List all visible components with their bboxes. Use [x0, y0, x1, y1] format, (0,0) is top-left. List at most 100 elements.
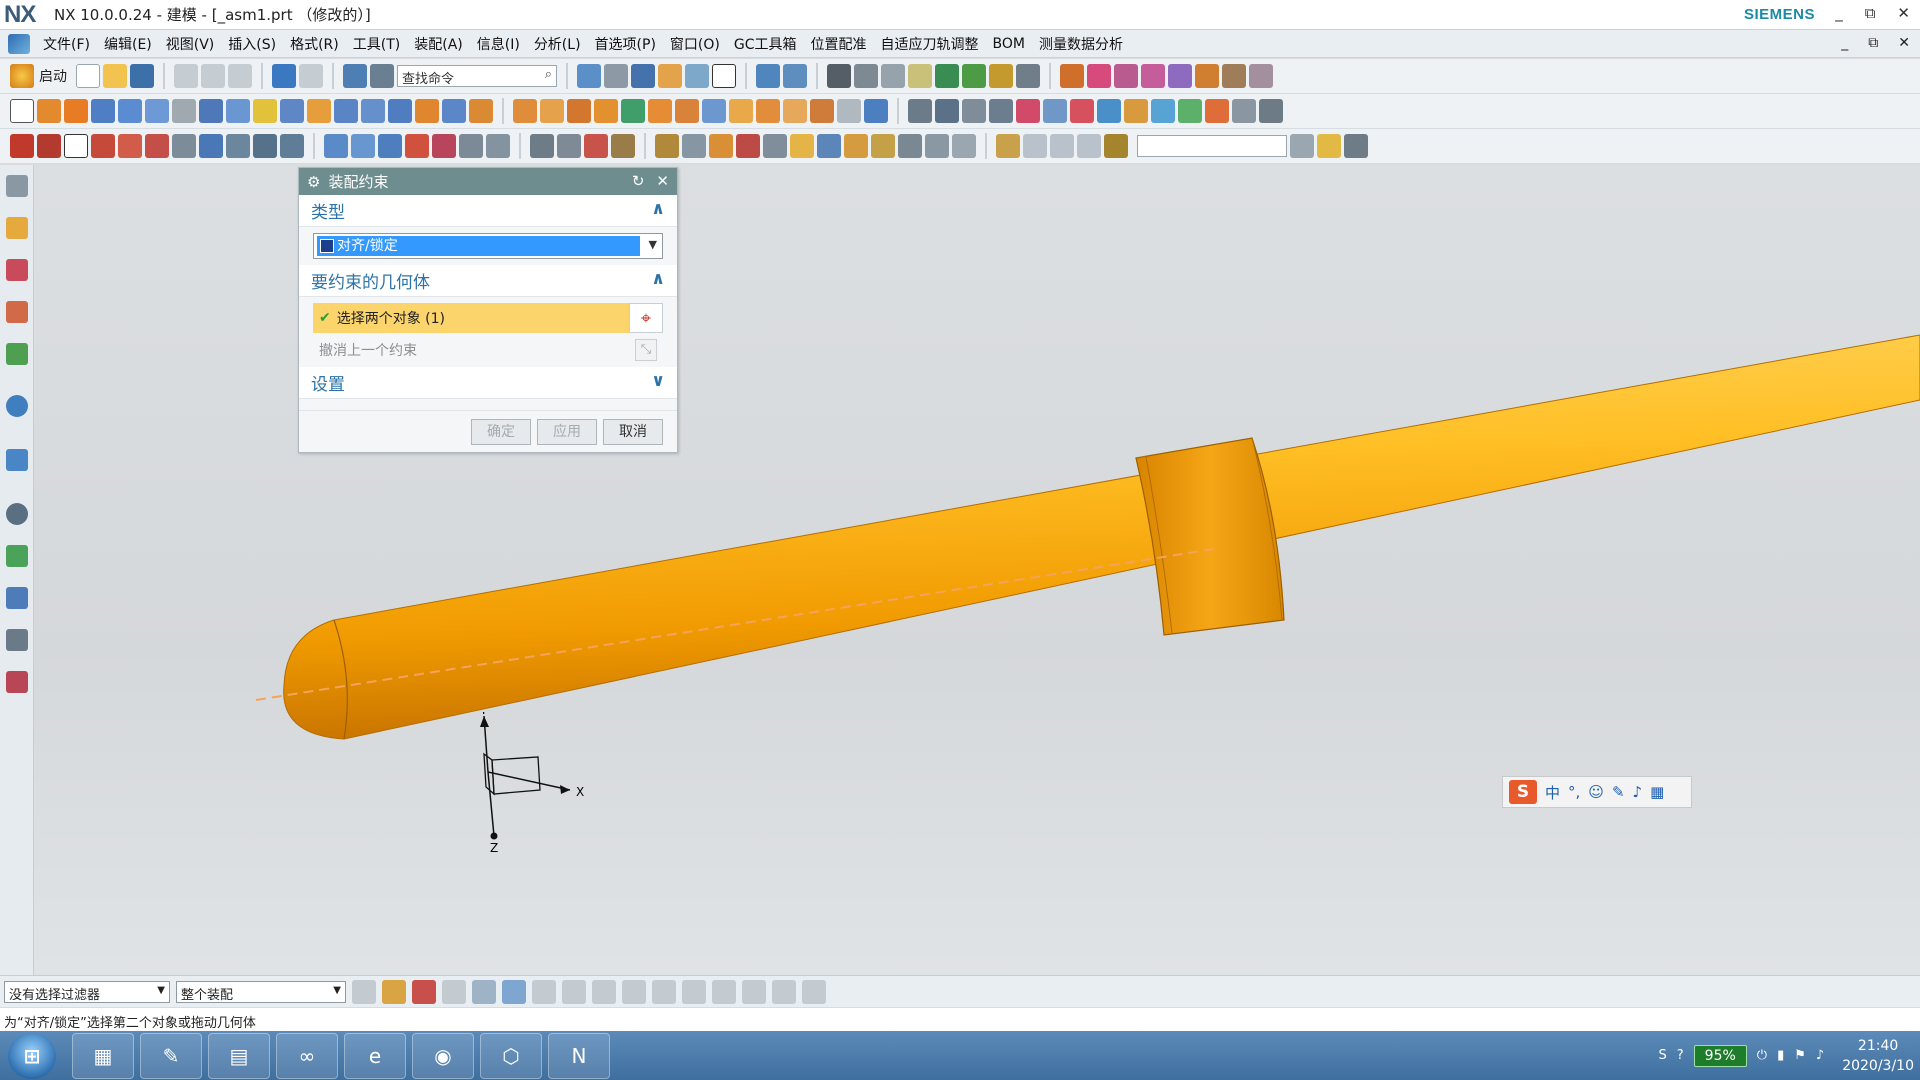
- draft-icon[interactable]: [648, 99, 672, 123]
- show-constraints-icon[interactable]: [1114, 64, 1138, 88]
- minimize-button[interactable]: _: [1835, 4, 1843, 22]
- taskbar-app-visual-studio[interactable]: ∞: [276, 1032, 338, 1079]
- layer-copy-icon[interactable]: [881, 64, 905, 88]
- shell-icon[interactable]: [621, 99, 645, 123]
- volume-icon[interactable]: ♪: [1816, 1048, 1824, 1063]
- point-set-icon[interactable]: [280, 134, 304, 158]
- sphere-icon[interactable]: [253, 99, 277, 123]
- taskbar-app-nx-helper[interactable]: ⬡: [480, 1032, 542, 1079]
- assembly-navigator-tab-icon[interactable]: [6, 217, 28, 239]
- split-body-icon[interactable]: [729, 99, 753, 123]
- taskbar-app-explorer[interactable]: ▤: [208, 1032, 270, 1079]
- shaft-icon[interactable]: [1077, 134, 1101, 158]
- mid-point-icon[interactable]: [562, 979, 586, 1004]
- datum-csys-icon[interactable]: [253, 134, 277, 158]
- microphone-icon[interactable]: ♪: [1633, 783, 1643, 801]
- sogou-logo[interactable]: S: [1509, 780, 1537, 804]
- menu-position-registration[interactable]: 位置配准: [804, 34, 874, 54]
- thicken-icon[interactable]: [810, 99, 834, 123]
- datum-plane-icon[interactable]: [199, 134, 223, 158]
- offset-region-icon[interactable]: [378, 134, 402, 158]
- sketch-icon[interactable]: [10, 99, 34, 123]
- rectangle-icon[interactable]: [64, 134, 88, 158]
- ime-language-toggle[interactable]: 中: [1545, 782, 1560, 803]
- simple-interference-icon[interactable]: [611, 134, 635, 158]
- taskbar-app-ie[interactable]: e: [344, 1032, 406, 1079]
- system-materials-tab-icon[interactable]: [6, 671, 28, 693]
- cone-icon[interactable]: [145, 99, 169, 123]
- start-icon[interactable]: [10, 64, 34, 88]
- clip-section-icon[interactable]: [756, 64, 780, 88]
- rotate-view-icon[interactable]: [604, 64, 628, 88]
- find-command-input[interactable]: 查找命令 ⌕: [397, 65, 557, 87]
- extrude-icon[interactable]: [37, 99, 61, 123]
- taskbar-app-chrome[interactable]: ◉: [412, 1032, 474, 1079]
- component-face-icon[interactable]: [844, 134, 868, 158]
- reset-icon[interactable]: ↻: [632, 172, 645, 190]
- point-icon[interactable]: [91, 134, 115, 158]
- existing-point-icon[interactable]: [712, 979, 736, 1004]
- bounded-grid-icon[interactable]: [802, 979, 826, 1004]
- emboss-icon[interactable]: [415, 99, 439, 123]
- geometry-section-header[interactable]: 要约束的几何体 ∧: [299, 265, 677, 297]
- roles-tab-icon[interactable]: [6, 629, 28, 651]
- revolve-icon[interactable]: [64, 99, 88, 123]
- power-plug-icon[interactable]: ⏻: [1757, 1048, 1767, 1063]
- point-on-surface-icon[interactable]: [772, 979, 796, 1004]
- settings-section-header[interactable]: 设置 ∨: [299, 367, 677, 399]
- restore-button[interactable]: ⧉: [1865, 4, 1876, 22]
- gear-modeling-icon[interactable]: [996, 134, 1020, 158]
- curve-on-surface-icon[interactable]: [908, 99, 932, 123]
- polygon-icon[interactable]: [118, 134, 142, 158]
- connector-icon[interactable]: [925, 134, 949, 158]
- bearing-icon[interactable]: [1050, 134, 1074, 158]
- point-on-curve-icon[interactable]: [742, 979, 766, 1004]
- layer-settings-icon[interactable]: [854, 64, 878, 88]
- quadrant-point-icon[interactable]: [682, 979, 706, 1004]
- explode-view-icon[interactable]: [1168, 64, 1192, 88]
- assembly-navigator-icon[interactable]: [827, 64, 851, 88]
- selection-scope-dropdown[interactable]: 整个装配 ▼: [176, 980, 346, 1003]
- sequence-icon[interactable]: [1195, 64, 1219, 88]
- menu-tools[interactable]: 工具(T): [346, 34, 407, 54]
- path-icon[interactable]: [1344, 134, 1368, 158]
- cut-icon[interactable]: [174, 64, 198, 88]
- chevron-up-icon[interactable]: ∧: [651, 269, 665, 289]
- ime-tray-icon[interactable]: S: [1659, 1048, 1667, 1063]
- menu-analysis[interactable]: 分析(L): [527, 34, 588, 54]
- doc-close-button[interactable]: ✕: [1898, 35, 1910, 51]
- taskbar-app-office[interactable]: ▦: [72, 1032, 134, 1079]
- menu-info[interactable]: 信息(I): [470, 34, 527, 54]
- annotation-icon[interactable]: [709, 134, 733, 158]
- emoji-icon[interactable]: ☺: [1588, 783, 1604, 801]
- type-section-header[interactable]: 类型 ∧: [299, 195, 677, 227]
- x-form-icon[interactable]: [1205, 99, 1229, 123]
- hole-icon[interactable]: [199, 99, 223, 123]
- replace-face-icon[interactable]: [405, 134, 429, 158]
- feature-selection-icon[interactable]: [382, 979, 406, 1004]
- chevron-down-icon[interactable]: ▼: [157, 985, 165, 996]
- n-sided-surface-icon[interactable]: [1124, 99, 1148, 123]
- component-select-icon[interactable]: [472, 979, 496, 1004]
- select-objects-row[interactable]: ✔ 选择两个对象 (1) ⌖: [313, 303, 663, 333]
- create-array-icon[interactable]: [989, 64, 1013, 88]
- app-menu-icon[interactable]: [8, 33, 30, 54]
- line-icon[interactable]: [10, 134, 34, 158]
- studio-surface-icon[interactable]: [1151, 99, 1175, 123]
- label-chamfer-icon[interactable]: [486, 134, 510, 158]
- hd3d-tools-tab-icon[interactable]: [6, 395, 28, 417]
- trim-body-icon[interactable]: [702, 99, 726, 123]
- view-select-combo[interactable]: [1137, 135, 1287, 157]
- assembly-cut-icon[interactable]: [1249, 64, 1273, 88]
- intersection-curve-icon[interactable]: [962, 99, 986, 123]
- face-blend-icon[interactable]: [1178, 99, 1202, 123]
- close-icon[interactable]: ✕: [656, 172, 669, 190]
- chevron-down-icon[interactable]: ∨: [651, 371, 665, 391]
- snap-selection-icon[interactable]: [412, 979, 436, 1004]
- arc-center-icon[interactable]: [652, 979, 676, 1004]
- menu-insert[interactable]: 插入(S): [221, 34, 283, 54]
- chevron-up-icon[interactable]: ∧: [651, 199, 665, 219]
- material-icon[interactable]: [1317, 134, 1341, 158]
- menu-view[interactable]: 视图(V): [159, 34, 222, 54]
- orient-view-icon[interactable]: [685, 64, 709, 88]
